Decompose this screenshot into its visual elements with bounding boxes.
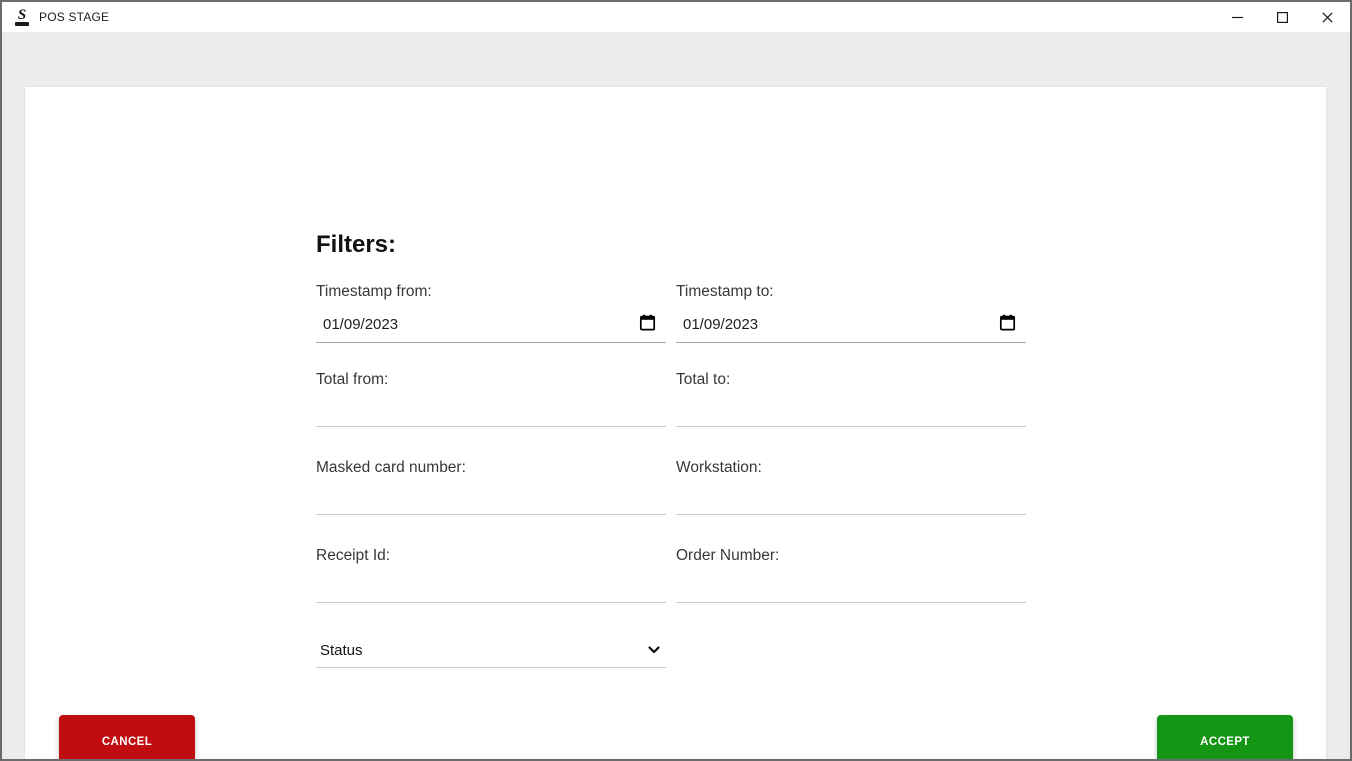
close-button[interactable] (1305, 2, 1350, 32)
field-masked-card-number: Masked card number: (316, 458, 666, 515)
field-label: Timestamp to: (676, 283, 774, 300)
field-label: Order Number: (676, 547, 780, 564)
window-title: POS STAGE (39, 10, 110, 24)
masked-card-number-input[interactable] (316, 482, 666, 514)
close-icon (1322, 11, 1333, 23)
maximize-button[interactable] (1260, 2, 1305, 32)
field-label: Total from: (316, 371, 389, 388)
maximize-icon (1277, 11, 1288, 23)
calendar-icon[interactable] (639, 314, 656, 331)
calendar-icon[interactable] (999, 314, 1016, 331)
total-to-input[interactable] (676, 394, 1026, 426)
field-order-number: Order Number: (676, 546, 1026, 603)
field-label: Workstation: (676, 459, 762, 476)
order-number-input[interactable] (676, 570, 1026, 602)
workstation-input[interactable] (676, 482, 1026, 514)
field-receipt-id: Receipt Id: (316, 546, 666, 603)
status-select[interactable]: Status (316, 634, 666, 667)
app-window: S POS STAGE Filters: Timestamp from: 01/… (0, 0, 1352, 761)
field-workstation: Workstation: (676, 458, 1026, 515)
window-controls (1215, 2, 1350, 32)
chevron-down-icon (647, 643, 661, 657)
timestamp-from-input[interactable]: 01/09/2023 (316, 306, 666, 342)
field-label: Timestamp from: (316, 283, 432, 300)
field-total-from: Total from: (316, 370, 666, 427)
app-icon: S (13, 7, 31, 26)
receipt-id-input[interactable] (316, 570, 666, 602)
field-label: Masked card number: (316, 459, 466, 476)
minimize-button[interactable] (1215, 2, 1260, 32)
field-total-to: Total to: (676, 370, 1026, 427)
field-timestamp-from: Timestamp from: 01/09/2023 (316, 282, 666, 343)
filters-card: Filters: Timestamp from: 01/09/2023 Time… (25, 87, 1326, 759)
field-timestamp-to: Timestamp to: 01/09/2023 (676, 282, 1026, 343)
field-label: Receipt Id: (316, 547, 391, 564)
timestamp-to-input[interactable]: 01/09/2023 (676, 306, 1026, 342)
minimize-icon (1232, 16, 1243, 18)
cancel-button[interactable]: CANCEL (59, 715, 195, 759)
accept-button[interactable]: ACCEPT (1157, 715, 1293, 759)
content-background: Filters: Timestamp from: 01/09/2023 Time… (2, 32, 1350, 759)
page-title: Filters: (316, 231, 397, 258)
title-bar[interactable]: S POS STAGE (2, 2, 1350, 32)
field-label: Total to: (676, 371, 731, 388)
total-from-input[interactable] (316, 394, 666, 426)
field-status: Status (316, 634, 666, 668)
